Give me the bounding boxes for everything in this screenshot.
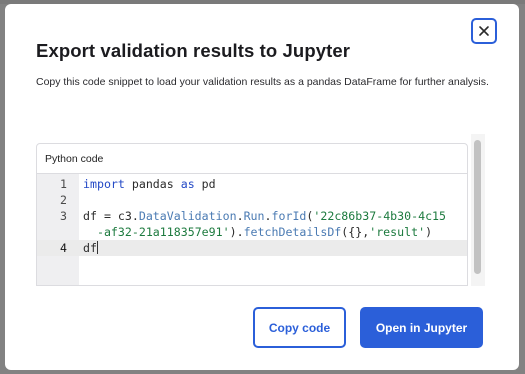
code-token: . xyxy=(264,209,272,223)
code-editor[interactable]: 1 import pandas as pd 2 3 df = c3.DataValida… xyxy=(37,174,467,285)
line-number: 3 xyxy=(60,209,67,223)
code-text: -af32-21a118357e91').fetchDetailsDf({},'… xyxy=(83,224,432,240)
code-token: pd xyxy=(194,177,216,191)
line-number: 4 xyxy=(60,241,67,255)
code-line: -af32-21a118357e91').fetchDetailsDf({},'… xyxy=(37,224,467,240)
code-token: -af32-21a118357e91' xyxy=(96,225,230,239)
scrollbar-thumb[interactable] xyxy=(474,140,481,274)
code-scrollbar[interactable] xyxy=(471,134,485,286)
code-token: '22c86b37-4b30-4c15 xyxy=(313,209,447,223)
export-dialog: Export validation results to Jupyter Cop… xyxy=(5,4,519,370)
code-token: df = c3. xyxy=(83,209,139,223)
code-line: 4 df xyxy=(37,240,467,256)
close-button[interactable] xyxy=(471,18,497,44)
code-token: DataValidation xyxy=(138,209,237,223)
code-token: import xyxy=(83,177,125,191)
line-number: 1 xyxy=(60,177,67,191)
dialog-description: Copy this code snippet to load your vali… xyxy=(36,76,489,88)
code-token: fetchDetailsDf xyxy=(243,225,342,239)
code-token: df xyxy=(83,241,97,255)
code-token: ({}, xyxy=(341,225,370,239)
copy-code-button[interactable]: Copy code xyxy=(253,307,346,348)
code-panel: Python code 1 import pandas as pd 2 3 df = c… xyxy=(36,143,468,286)
dialog-title: Export validation results to Jupyter xyxy=(36,40,351,61)
code-token: . xyxy=(236,209,244,223)
code-token: 'result' xyxy=(369,225,426,239)
code-line: 1 import pandas as pd xyxy=(37,176,467,192)
code-token: pandas xyxy=(124,177,181,191)
code-line: 3 df = c3.DataValidation.Run.forId('22c86… xyxy=(37,208,467,224)
open-in-jupyter-button[interactable]: Open in Jupyter xyxy=(360,307,483,348)
code-token: ). xyxy=(229,225,244,239)
code-token: forId xyxy=(271,209,307,223)
code-text: import pandas as pd xyxy=(83,176,216,192)
code-token: as xyxy=(180,177,195,191)
line-number: 2 xyxy=(60,193,67,207)
text-cursor xyxy=(96,241,98,254)
code-token: ) xyxy=(425,225,433,239)
code-token: Run xyxy=(243,209,265,223)
code-text: df = c3.DataValidation.Run.forId('22c86b… xyxy=(83,208,446,224)
code-line: 2 xyxy=(37,192,467,208)
code-text: df xyxy=(83,240,98,256)
close-icon xyxy=(479,26,489,36)
code-panel-header: Python code xyxy=(37,144,467,174)
